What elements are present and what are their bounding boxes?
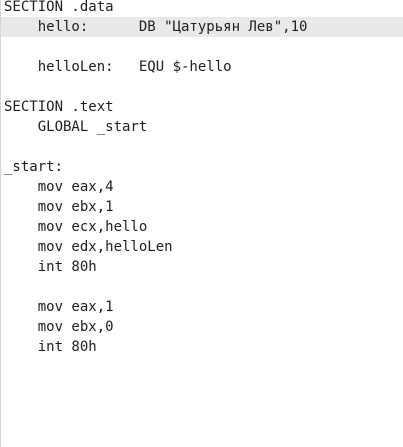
code-editor[interactable]: SECTION .data hello: DB "Цатурьян Лев",1… (0, 0, 403, 447)
code-line-13: mov edx,helloLen (4, 239, 173, 255)
code-line-12: mov ecx,hello (4, 219, 148, 235)
code-line-16: mov eax,1 (4, 299, 114, 315)
code-line-17: mov ebx,0 (4, 319, 114, 335)
code-line-4: helloLen: EQU $-hello (4, 59, 232, 75)
code-line-9: _start: (4, 159, 64, 175)
code-line-2-current: hello: DB "Цатурьян Лев",10 (1, 17, 403, 37)
code-line-7: GLOBAL _start (4, 119, 148, 135)
code-line-6: SECTION .text (4, 99, 114, 115)
code-line-11: mov ebx,1 (4, 199, 114, 215)
code-line-10: mov eax,4 (4, 179, 114, 195)
left-margin-border (0, 0, 1, 447)
code-line-1: SECTION .data (4, 0, 114, 15)
code-line-14: int 80h (4, 259, 97, 275)
code-line-18: int 80h (4, 339, 97, 355)
